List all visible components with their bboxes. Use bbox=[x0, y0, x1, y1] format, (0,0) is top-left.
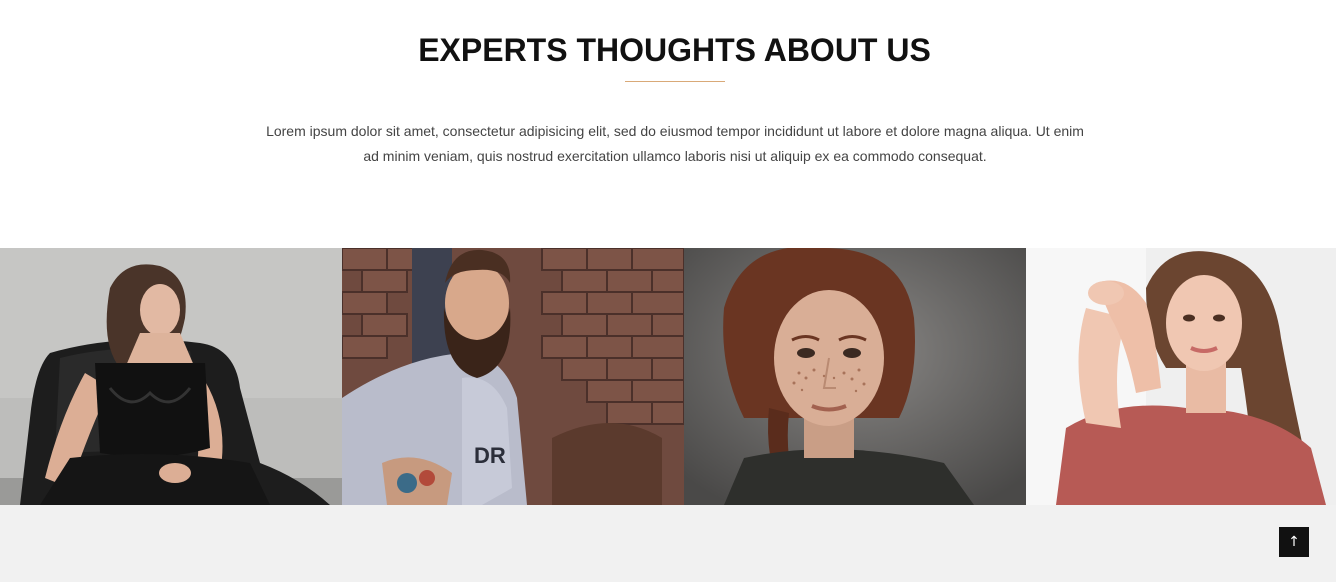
woman-black-lace-chair-photo bbox=[0, 248, 342, 505]
back-to-top-button[interactable]: ↑ bbox=[1279, 527, 1309, 557]
svg-text:DR: DR bbox=[474, 443, 506, 468]
section-title: EXPERTS THOUGHTS ABOUT US bbox=[418, 32, 931, 68]
title-divider bbox=[625, 81, 725, 82]
bearded-man-brick-wall-photo: DR bbox=[342, 248, 684, 505]
intro-line-1: Lorem ipsum dolor sit amet, consectetur … bbox=[266, 123, 1084, 139]
woman-red-top-portrait-photo bbox=[1026, 248, 1336, 505]
footer-band bbox=[0, 505, 1336, 582]
arrow-up-icon: ↑ bbox=[1288, 534, 1300, 550]
experts-photo-gallery: DR bbox=[0, 248, 1336, 505]
freckled-woman-portrait-photo bbox=[684, 248, 1026, 505]
intro-line-2: ad minim veniam, quis nostrud exercitati… bbox=[363, 148, 987, 164]
section-intro-text: Lorem ipsum dolor sit amet, consectetur … bbox=[238, 119, 1112, 169]
